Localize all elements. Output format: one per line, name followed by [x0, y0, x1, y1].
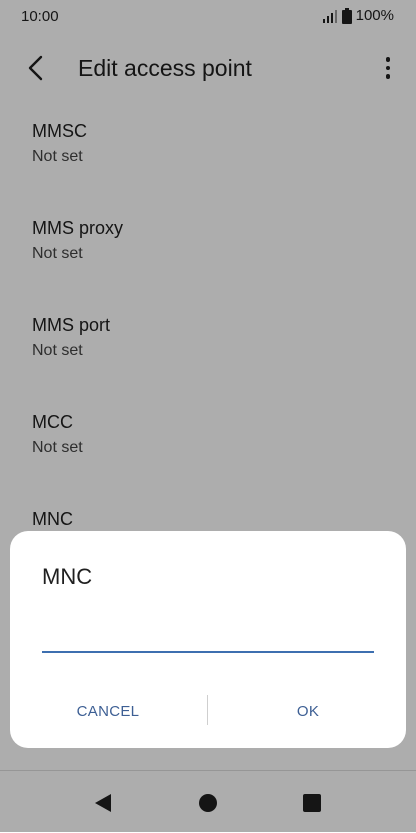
cancel-button[interactable]: CANCEL [10, 691, 206, 731]
ok-button[interactable]: OK [210, 691, 406, 731]
mnc-input[interactable] [42, 623, 374, 653]
dialog-button-divider [207, 695, 208, 725]
dialog-title: MNC [42, 564, 93, 589]
mnc-dialog: MNC CANCEL OK [10, 531, 406, 748]
dialog-actions: CANCEL OK [10, 691, 406, 731]
